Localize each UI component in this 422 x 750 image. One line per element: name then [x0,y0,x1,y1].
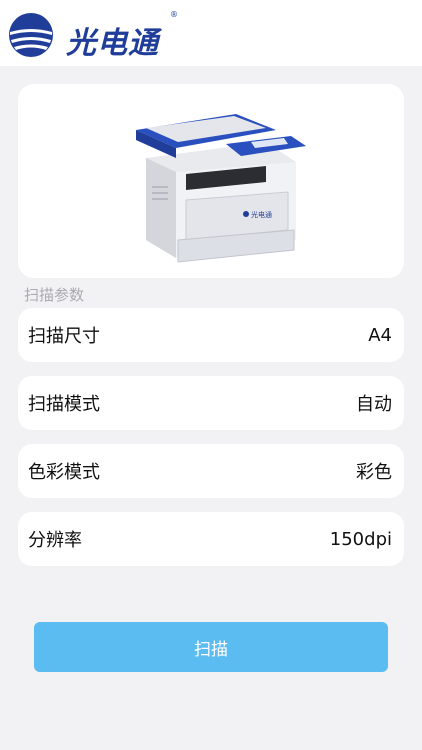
param-label: 扫描尺寸 [28,326,100,347]
section-label-scan-params: 扫描参数 [24,286,85,304]
param-label: 分辨率 [28,530,82,551]
app-header: 光电通 ® [0,0,422,66]
registered-mark: ® [170,10,178,19]
param-row-scan-size[interactable]: 扫描尺寸 A4 [18,308,404,362]
printer-brand-mark: 光电通 [251,210,272,219]
scan-button[interactable]: 扫描 [34,622,388,672]
multifunction-printer-image: 光电通 [136,114,306,263]
printer-image-card: 光电通 [18,84,404,278]
param-value: 彩色 [356,462,392,483]
param-value: A4 [368,324,392,346]
param-row-resolution[interactable]: 分辨率 150dpi [18,512,404,566]
param-value: 自动 [356,394,392,415]
param-label: 色彩模式 [28,462,100,483]
param-row-scan-mode[interactable]: 扫描模式 自动 [18,376,404,430]
param-row-color-mode[interactable]: 色彩模式 彩色 [18,444,404,498]
param-value: 150dpi [329,528,392,550]
param-label: 扫描模式 [28,394,100,415]
brand-name: 光电通 [66,26,159,61]
brand-globe-icon [9,13,53,57]
